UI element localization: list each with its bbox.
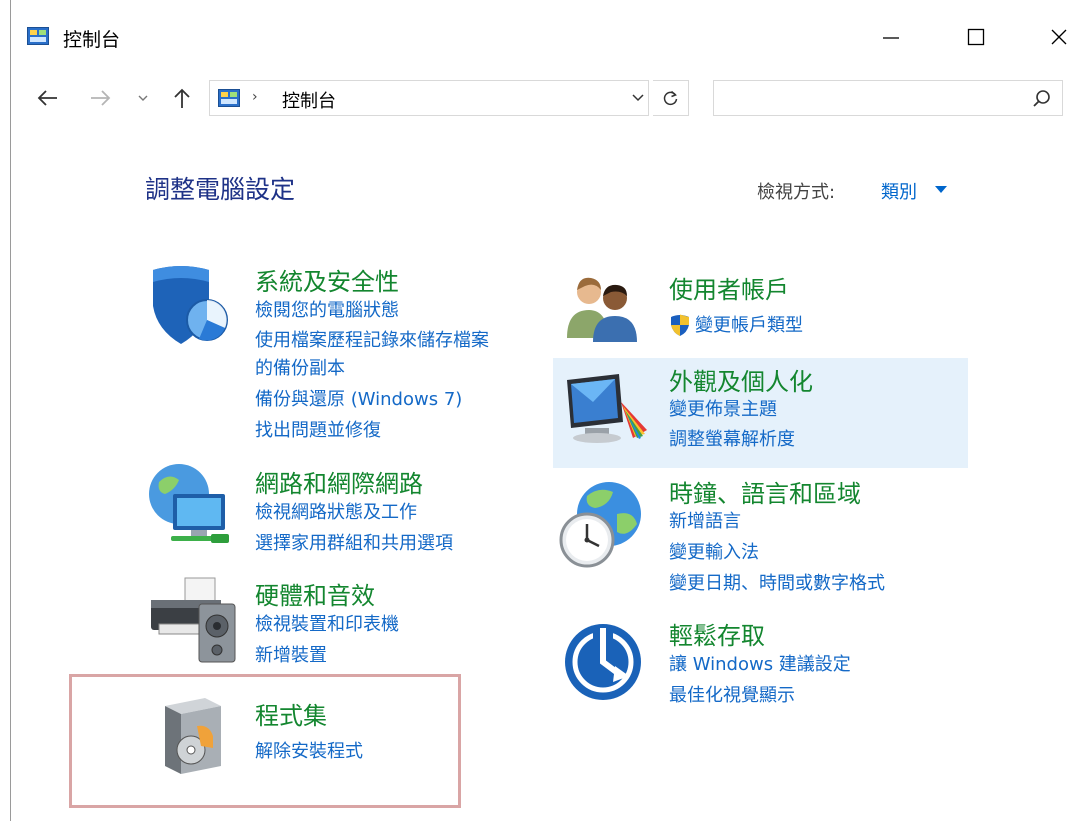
control-panel-app-icon bbox=[27, 27, 49, 45]
link-change-input-method[interactable]: 變更輸入法 bbox=[669, 538, 759, 568]
address-history-dropdown[interactable] bbox=[623, 80, 653, 116]
up-button[interactable] bbox=[167, 82, 197, 114]
software-box-icon[interactable] bbox=[157, 696, 231, 778]
ease-of-access-icon[interactable] bbox=[563, 622, 643, 702]
refresh-button[interactable] bbox=[653, 80, 689, 116]
address-bar[interactable]: › 控制台 bbox=[209, 80, 649, 116]
search-icon[interactable] bbox=[1032, 89, 1052, 109]
close-icon bbox=[1051, 29, 1067, 45]
search-input[interactable] bbox=[720, 85, 1014, 113]
minimize-icon bbox=[883, 37, 899, 39]
category-network-internet[interactable]: 網路和網際網路 bbox=[255, 464, 423, 499]
view-by-dropdown[interactable]: 類別 bbox=[881, 178, 917, 204]
users-icon[interactable] bbox=[563, 272, 641, 342]
category-hardware-sound[interactable]: 硬體和音效 bbox=[255, 576, 375, 611]
link-add-language[interactable]: 新增語言 bbox=[669, 507, 741, 537]
link-uninstall-program[interactable]: 解除安裝程式 bbox=[255, 737, 363, 767]
link-network-status[interactable]: 檢視網路狀態及工作 bbox=[255, 498, 417, 528]
link-adjust-resolution[interactable]: 調整螢幕解析度 bbox=[669, 425, 795, 455]
page-title: 調整電腦設定 bbox=[145, 175, 296, 204]
arrow-left-icon bbox=[37, 90, 57, 106]
chevron-down-icon bbox=[138, 95, 148, 101]
control-panel-icon bbox=[218, 89, 240, 107]
globe-clock-icon[interactable] bbox=[557, 478, 647, 570]
printer-speaker-icon[interactable] bbox=[145, 574, 245, 666]
control-panel-window: 控制台 › 控制台 調整電腦設定 檢視方式: 類別 系統及安全性 檢閱您的電腦狀… bbox=[10, 0, 1091, 821]
title-bar: 控制台 bbox=[11, 0, 1091, 70]
back-button[interactable] bbox=[31, 82, 65, 114]
link-let-windows-suggest[interactable]: 讓 Windows 建議設定 bbox=[669, 650, 851, 680]
search-box[interactable] bbox=[713, 80, 1063, 116]
link-devices-printers[interactable]: 檢視裝置和印表機 bbox=[255, 610, 399, 640]
arrow-up-icon bbox=[174, 88, 190, 108]
recent-locations-button[interactable] bbox=[133, 82, 153, 114]
link-change-theme[interactable]: 變更佈景主題 bbox=[669, 395, 777, 425]
maximize-icon bbox=[967, 28, 985, 46]
category-programs[interactable]: 程式集 bbox=[255, 696, 327, 731]
link-change-date-time-format[interactable]: 變更日期、時間或數字格式 bbox=[669, 569, 885, 599]
link-file-history-backup-cont[interactable]: 的備份副本 bbox=[255, 354, 345, 384]
link-review-computer-status[interactable]: 檢閱您的電腦狀態 bbox=[255, 296, 399, 326]
breadcrumb-separator[interactable]: › bbox=[252, 89, 258, 105]
caret-down-icon[interactable] bbox=[935, 186, 947, 194]
link-file-history-backup[interactable]: 使用檔案歷程記錄來儲存檔案 bbox=[255, 326, 489, 356]
close-button[interactable] bbox=[1019, 14, 1091, 60]
window-title: 控制台 bbox=[63, 29, 121, 51]
link-add-device[interactable]: 新增裝置 bbox=[255, 641, 327, 671]
category-appearance-personalization[interactable]: 外觀及個人化 bbox=[669, 362, 813, 397]
chevron-down-icon bbox=[632, 94, 644, 102]
category-user-accounts[interactable]: 使用者帳戶 bbox=[669, 270, 789, 305]
forward-button[interactable] bbox=[83, 82, 117, 114]
arrow-right-icon bbox=[91, 90, 111, 106]
link-backup-restore[interactable]: 備份與還原 (Windows 7) bbox=[255, 385, 462, 415]
refresh-icon bbox=[663, 90, 677, 106]
view-by-label: 檢視方式: bbox=[757, 182, 836, 203]
category-ease-of-access[interactable]: 輕鬆存取 bbox=[669, 616, 765, 651]
uac-shield-icon bbox=[671, 314, 689, 336]
link-optimize-visual-display[interactable]: 最佳化視覺顯示 bbox=[669, 681, 795, 711]
link-change-account-type[interactable]: 變更帳戶類型 bbox=[695, 311, 803, 341]
minimize-button[interactable] bbox=[851, 14, 931, 60]
maximize-button[interactable] bbox=[936, 14, 1016, 60]
category-clock-language-region[interactable]: 時鐘、語言和區域 bbox=[669, 474, 861, 509]
shield-icon[interactable] bbox=[147, 262, 237, 348]
link-troubleshoot[interactable]: 找出問題並修復 bbox=[255, 416, 381, 446]
category-system-security[interactable]: 系統及安全性 bbox=[255, 262, 399, 297]
network-globe-icon[interactable] bbox=[145, 460, 239, 552]
link-homegroup-sharing[interactable]: 選擇家用群組和共用選項 bbox=[255, 529, 453, 559]
monitor-palette-icon[interactable] bbox=[563, 372, 649, 448]
breadcrumb-control-panel[interactable]: 控制台 bbox=[282, 87, 336, 113]
